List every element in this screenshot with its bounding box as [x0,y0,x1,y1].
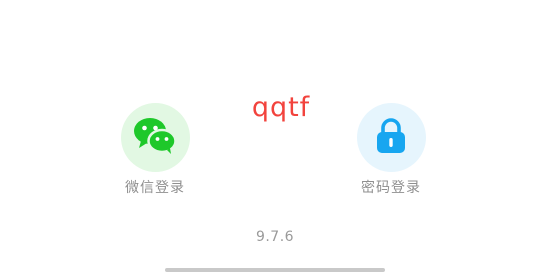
version-text: 9.7.6 [255,229,295,245]
password-login-button[interactable]: 密码登录 [331,103,451,197]
center-text: qqtf [251,92,311,123]
password-login-label: 密码登录 [361,180,421,196]
login-screen: 微信登录 qqtf 密码登录 9.7.6 [0,0,550,275]
password-login-icon-circle[interactable] [356,103,426,172]
wechat-login-label: 微信登录 [125,180,185,196]
home-indicator[interactable] [165,268,385,272]
lock-icon [375,117,407,159]
